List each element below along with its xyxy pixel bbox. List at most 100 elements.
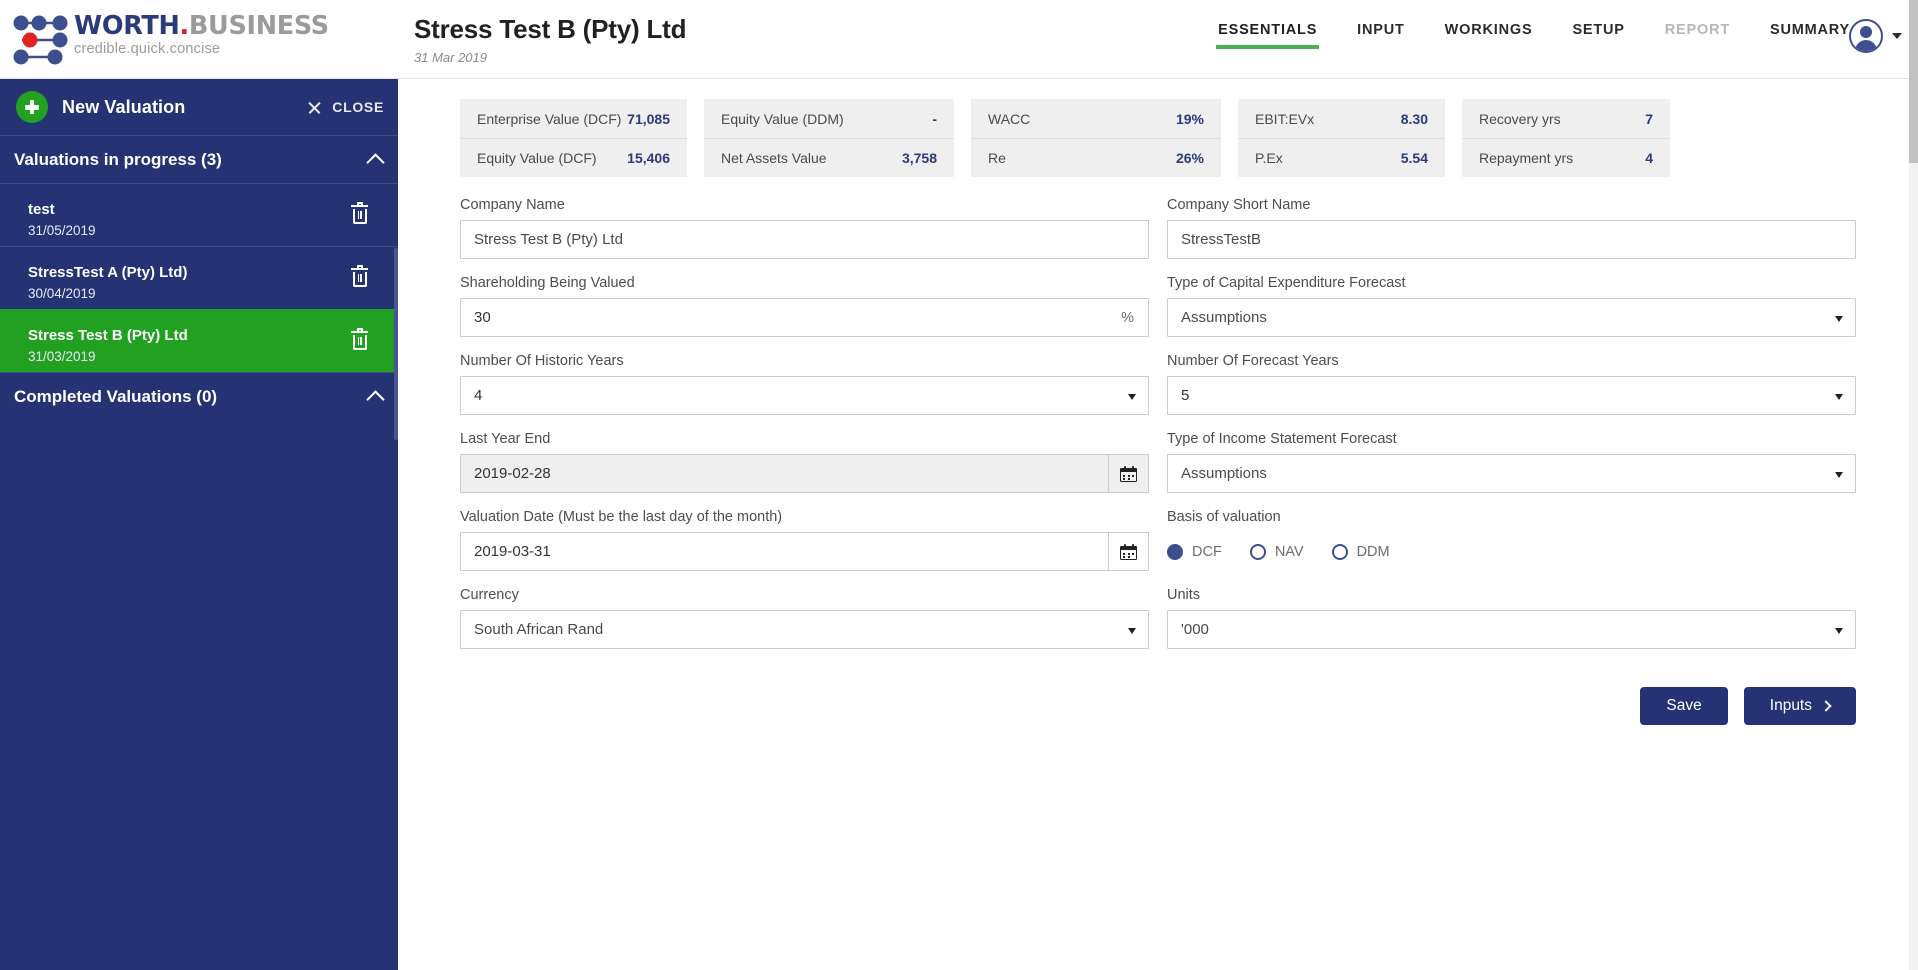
forecast-years-select[interactable]: 5 xyxy=(1167,376,1856,415)
section-completed-label: Completed Valuations (0) xyxy=(14,386,218,406)
kpi-value: 26% xyxy=(1175,150,1204,166)
chevron-up-icon[interactable] xyxy=(366,152,385,172)
chevron-up-icon[interactable] xyxy=(366,389,385,409)
radio-label: NAV xyxy=(1274,543,1304,560)
kpi-value: 8.30 xyxy=(1400,110,1428,127)
avatar-head xyxy=(1860,26,1872,38)
main-nav: ESSENTIALS INPUT WORKINGS SETUP REPORT S… xyxy=(1216,22,1850,49)
close-sidebar-button[interactable]: CLOSE xyxy=(307,99,384,115)
save-button[interactable]: Save xyxy=(1640,687,1728,725)
form-row: Valuation Date (Must be the last day of … xyxy=(398,509,1918,571)
company-name-input[interactable]: Stress Test B (Pty) Ltd xyxy=(460,220,1149,259)
radio-option-ddm[interactable]: DDM xyxy=(1331,543,1390,560)
kpi-row: Re 26% xyxy=(971,138,1221,177)
kpi-row: Repayment yrs 4 xyxy=(1462,138,1670,177)
radio-option-dcf[interactable]: DCF xyxy=(1167,543,1222,560)
calendar-button[interactable] xyxy=(1108,533,1148,570)
field-label: Number Of Historic Years xyxy=(460,353,624,369)
kpi-value: 71,085 xyxy=(627,110,670,127)
chevron-down-icon[interactable] xyxy=(1128,627,1136,634)
chevron-down-icon[interactable] xyxy=(1835,315,1843,322)
company-short-name-input[interactable]: StressTestB xyxy=(1167,220,1856,259)
trash-icon[interactable] xyxy=(351,328,368,351)
brand-tagline: credible.quick.concise xyxy=(74,41,221,57)
kpi-row: Net Assets Value 3,758 xyxy=(704,138,954,177)
chevron-down-icon[interactable] xyxy=(1128,393,1136,400)
brand-name-secondary: BUSINESS xyxy=(188,11,329,41)
units-select[interactable]: '000 xyxy=(1167,610,1856,649)
field-historic-years: Number Of Historic Years 4 xyxy=(460,353,1149,415)
select-value: Assumptions xyxy=(1181,465,1267,482)
brand-logo[interactable]: WORTH.BUSINESS credible.quick.concise xyxy=(10,8,329,70)
currency-select[interactable]: South African Rand xyxy=(460,610,1149,649)
kpi-card-ddm: Equity Value (DDM) - Net Assets Value 3,… xyxy=(704,99,954,177)
radio-nav[interactable] xyxy=(1249,543,1266,560)
avatar[interactable] xyxy=(1849,19,1883,53)
kpi-value: 5.54 xyxy=(1400,150,1428,166)
sidebar-item-valuation[interactable]: test 31/05/2019 xyxy=(0,183,398,246)
close-icon xyxy=(307,100,322,115)
valuation-date: 31/03/2019 xyxy=(28,349,96,364)
kpi-cards: Enterprise Value (DCF) 71,085 Equity Val… xyxy=(460,99,1670,177)
sidebar-item-valuation-selected[interactable]: Stress Test B (Pty) Ltd 31/03/2019 xyxy=(0,309,398,372)
field-currency: Currency South African Rand xyxy=(460,587,1149,649)
form-row: Last Year End 2019-02-28 Type of Income … xyxy=(398,431,1918,493)
select-value: 4 xyxy=(474,387,483,404)
kpi-row: WACC 19% xyxy=(971,99,1221,138)
form-row: Company Name Stress Test B (Pty) Ltd Com… xyxy=(398,197,1918,259)
trash-icon[interactable] xyxy=(351,265,368,288)
calendar-icon xyxy=(1120,465,1137,482)
input-value: StressTestB xyxy=(1181,231,1262,248)
section-valuations-in-progress[interactable]: Valuations in progress (3) xyxy=(0,135,398,183)
radio-label: DCF xyxy=(1192,543,1222,560)
tab-workings[interactable]: WORKINGS xyxy=(1445,22,1533,49)
radio-option-nav[interactable]: NAV xyxy=(1249,543,1304,560)
kpi-row: Recovery yrs 7 xyxy=(1462,99,1670,138)
valuation-date-input[interactable]: 2019-03-31 xyxy=(460,532,1149,571)
trash-icon[interactable] xyxy=(351,202,368,225)
brand-name-primary: WORTH xyxy=(74,11,180,41)
radio-dcf[interactable] xyxy=(1167,543,1183,560)
plus-icon[interactable] xyxy=(16,91,48,123)
inputs-label: Inputs xyxy=(1769,697,1812,714)
section-completed-valuations[interactable]: Completed Valuations (0) xyxy=(0,372,398,420)
input-value: Stress Test B (Pty) Ltd xyxy=(474,231,623,248)
form-actions: Save Inputs xyxy=(398,665,1918,725)
new-valuation-button[interactable]: New Valuation xyxy=(62,97,185,118)
historic-years-select[interactable]: 4 xyxy=(460,376,1149,415)
field-last-year-end: Last Year End 2019-02-28 xyxy=(460,431,1149,493)
select-value: South African Rand xyxy=(474,621,604,638)
capex-forecast-select[interactable]: Assumptions xyxy=(1167,298,1856,337)
basis-radio-group: DCF NAV DDM xyxy=(1167,532,1856,571)
page-date: 31 Mar 2019 xyxy=(414,50,487,65)
window-scrollbar[interactable] xyxy=(1909,0,1918,970)
close-label: CLOSE xyxy=(332,99,384,115)
field-shareholding: Shareholding Being Valued 30 % xyxy=(460,275,1149,337)
scrollbar-thumb[interactable] xyxy=(1909,0,1918,163)
tab-summary[interactable]: SUMMARY xyxy=(1770,22,1850,49)
chevron-down-icon[interactable] xyxy=(1892,33,1902,39)
chevron-down-icon[interactable] xyxy=(1835,393,1843,400)
user-menu[interactable] xyxy=(1849,19,1902,53)
chevron-down-icon[interactable] xyxy=(1835,627,1843,634)
form-row: Shareholding Being Valued 30 % Type of C… xyxy=(398,275,1918,337)
kpi-row: P.Ex 5.54 xyxy=(1238,138,1445,177)
inputs-button[interactable]: Inputs xyxy=(1743,687,1856,725)
kpi-row: Equity Value (DCF) 15,406 xyxy=(460,138,687,177)
radio-ddm[interactable] xyxy=(1331,543,1348,560)
kpi-value: 19% xyxy=(1175,110,1204,127)
tab-setup[interactable]: SETUP xyxy=(1572,22,1624,49)
chevron-down-icon[interactable] xyxy=(1835,471,1843,478)
tab-input[interactable]: INPUT xyxy=(1357,22,1405,49)
valuation-date: 30/04/2019 xyxy=(28,286,96,301)
field-label: Valuation Date (Must be the last day of … xyxy=(460,509,783,525)
sidebar-item-valuation[interactable]: StressTest A (Pty) Ltd) 30/04/2019 xyxy=(0,246,398,309)
income-forecast-select[interactable]: Assumptions xyxy=(1167,454,1856,493)
calendar-button[interactable] xyxy=(1108,455,1148,492)
field-forecast-years: Number Of Forecast Years 5 xyxy=(1167,353,1856,415)
shareholding-input[interactable]: 30 % xyxy=(460,298,1149,337)
kpi-label: Enterprise Value (DCF) xyxy=(477,110,622,127)
tab-essentials[interactable]: ESSENTIALS xyxy=(1216,22,1320,49)
kpi-row: EBIT:EVx 8.30 xyxy=(1238,99,1445,138)
top-bar: WORTH.BUSINESS credible.quick.concise St… xyxy=(0,0,1918,79)
